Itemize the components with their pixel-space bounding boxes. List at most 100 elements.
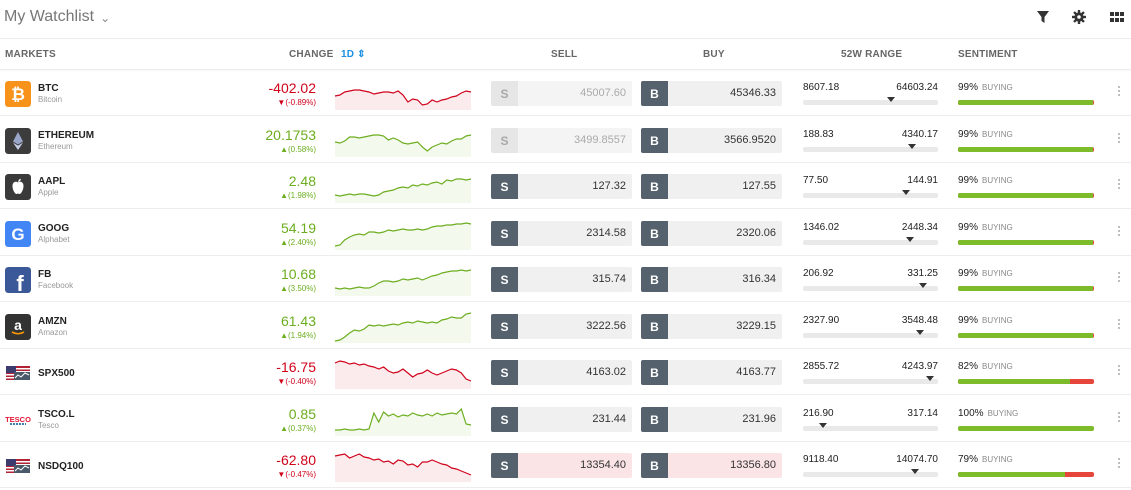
- sell-button[interactable]: S 231.44: [491, 407, 632, 432]
- change-percent-value: (1.94%): [287, 331, 316, 340]
- buy-button[interactable]: B 3566.9520: [641, 128, 782, 153]
- sentiment-percent: 99%: [958, 129, 979, 140]
- more-options-icon[interactable]: [1116, 133, 1122, 147]
- sentiment-label: BUYING: [982, 176, 1013, 185]
- sell-button[interactable]: S 315.74: [491, 267, 632, 292]
- instrument-symbol[interactable]: ETHEREUM: [38, 130, 94, 141]
- period-selector[interactable]: 1D ⇕: [341, 49, 366, 60]
- sentiment: 100% BUYING: [958, 408, 1018, 419]
- sell-button[interactable]: S 2314.58: [491, 221, 632, 246]
- sentiment-percent: 99%: [958, 315, 979, 326]
- watchlist-row[interactable]: f FB Facebook 10.68 ▲(3.50%) S 315.74 B 316.34 20…: [0, 256, 1131, 302]
- range-low: 9118.40: [803, 454, 839, 465]
- watchlist-row[interactable]: SPX500 -16.75 ▼(-0.40%) S 4163.02 B 4163.77 285…: [0, 349, 1131, 395]
- change-percent: ▲(0.37%): [280, 424, 316, 433]
- more-options-icon[interactable]: [1116, 412, 1122, 426]
- sentiment-fill: [958, 379, 1070, 384]
- instrument-symbol[interactable]: SPX500: [38, 368, 75, 379]
- range-high: 317.14: [907, 408, 938, 419]
- sparkline-chart: [334, 178, 472, 203]
- instrument-symbol[interactable]: AAPL: [38, 176, 65, 187]
- sentiment-fill: [958, 333, 1093, 338]
- range-low: 2855.72: [803, 361, 840, 372]
- sell-button[interactable]: S 45007.60: [491, 81, 632, 106]
- sell-label: S: [491, 453, 518, 478]
- more-options-icon[interactable]: [1116, 365, 1122, 379]
- buy-label: B: [641, 453, 668, 478]
- range-bar: [803, 330, 938, 338]
- sentiment-fill: [958, 426, 1094, 431]
- watchlist-row[interactable]: ₿ BTC Bitcoin -402.02 ▼(-0.89%) S 45007.60 B 453…: [0, 70, 1131, 116]
- more-options-icon[interactable]: [1116, 272, 1122, 286]
- instrument-name: Ethereum: [38, 142, 73, 151]
- sentiment-label: BUYING: [982, 362, 1013, 371]
- gear-icon[interactable]: [1071, 9, 1087, 25]
- change-percent: ▲(0.58%): [280, 145, 316, 154]
- instrument-symbol[interactable]: BTC: [38, 83, 59, 94]
- instrument-symbol[interactable]: TSCO.L: [38, 409, 75, 420]
- sell-button[interactable]: S 127.32: [491, 174, 632, 199]
- range-marker: [908, 144, 917, 149]
- watchlist-row[interactable]: AAPL Apple 2.48 ▲(1.98%) S 127.32 B 127.55 77.50…: [0, 163, 1131, 209]
- sentiment-bar: [958, 147, 1094, 152]
- buy-button[interactable]: B 4163.77: [641, 360, 782, 385]
- instrument-symbol[interactable]: NSDQ100: [38, 461, 84, 472]
- column-sell[interactable]: SELL: [551, 49, 577, 60]
- more-options-icon[interactable]: [1116, 86, 1122, 100]
- change-percent: ▼(-0.89%): [277, 98, 316, 107]
- change-percent-value: (1.98%): [287, 191, 316, 200]
- instrument-symbol[interactable]: AMZN: [38, 316, 67, 327]
- arrow-up-icon: ▲: [280, 331, 288, 340]
- column-sentiment[interactable]: SENTIMENT: [958, 49, 1018, 60]
- change-percent-value: (-0.89%): [285, 98, 316, 107]
- filter-icon[interactable]: [1035, 9, 1051, 25]
- sell-button[interactable]: S 3499.8557: [491, 128, 632, 153]
- column-change[interactable]: CHANGE: [289, 49, 334, 60]
- instrument-symbol[interactable]: FB: [38, 269, 51, 280]
- range-low: 216.90: [803, 408, 834, 419]
- more-options-icon[interactable]: [1116, 179, 1122, 193]
- watchlist-row[interactable]: G GOOG Alphabet 54.19 ▲(2.40%) S 2314.58 B 2320.…: [0, 210, 1131, 256]
- sell-button[interactable]: S 4163.02: [491, 360, 632, 385]
- more-options-icon[interactable]: [1116, 319, 1122, 333]
- sparkline-chart: [334, 453, 472, 482]
- range-low: 8607.18: [803, 82, 840, 93]
- sentiment-fill: [958, 472, 1066, 477]
- watchlist-row[interactable]: NSDQ100 -62.80 ▼(-0.47%) S 13354.40 B 13356.80…: [0, 442, 1131, 488]
- watchlist-selector[interactable]: My Watchlist ⌄: [4, 8, 110, 26]
- arrow-up-icon: ▲: [280, 424, 288, 433]
- buy-button[interactable]: B 3229.15: [641, 314, 782, 339]
- sell-button[interactable]: S 3222.56: [491, 314, 632, 339]
- buy-button[interactable]: B 231.96: [641, 407, 782, 432]
- watchlist-row[interactable]: ETHEREUM Ethereum 20.1753 ▲(0.58%) S 3499.855…: [0, 117, 1131, 163]
- watchlist-title: My Watchlist: [4, 8, 95, 25]
- column-52w-range[interactable]: 52W RANGE: [841, 49, 902, 60]
- table-header: MARKETS CHANGE 1D ⇕ SELL BUY 52W RANGE S…: [0, 38, 1131, 70]
- range-marker: [819, 423, 828, 428]
- sentiment-bar: [958, 286, 1094, 291]
- range-low: 206.92: [803, 268, 834, 279]
- buy-button[interactable]: B 2320.06: [641, 221, 782, 246]
- buy-button[interactable]: B 127.55: [641, 174, 782, 199]
- svg-text:TESCO: TESCO: [5, 415, 31, 424]
- column-buy[interactable]: BUY: [703, 49, 725, 60]
- more-options-icon[interactable]: [1116, 226, 1122, 240]
- sell-button[interactable]: S 13354.40: [491, 453, 632, 478]
- column-markets[interactable]: MARKETS: [5, 49, 56, 60]
- buy-button[interactable]: B 45346.33: [641, 81, 782, 106]
- more-options-icon[interactable]: [1116, 458, 1122, 472]
- buy-button[interactable]: B 13356.80: [641, 453, 782, 478]
- buy-label: B: [641, 221, 668, 246]
- buy-button[interactable]: B 316.34: [641, 267, 782, 292]
- grid-view-icon[interactable]: [1109, 9, 1125, 25]
- instrument-symbol[interactable]: GOOG: [38, 223, 69, 234]
- sentiment: 99% BUYING: [958, 268, 1013, 279]
- watchlist-row[interactable]: a AMZN Amazon 61.43 ▲(1.94%) S 3222.56 B 3229.15…: [0, 303, 1131, 349]
- buy-price: 3566.9520: [724, 134, 776, 146]
- range-low: 1346.02: [803, 222, 840, 233]
- buy-label: B: [641, 407, 668, 432]
- watchlist-row[interactable]: TESCO TSCO.L Tesco 0.85 ▲(0.37%) S 231.44 B 231.…: [0, 396, 1131, 442]
- sentiment: 99% BUYING: [958, 82, 1013, 93]
- amazon-logo: a: [5, 314, 31, 340]
- sell-label: S: [491, 360, 518, 385]
